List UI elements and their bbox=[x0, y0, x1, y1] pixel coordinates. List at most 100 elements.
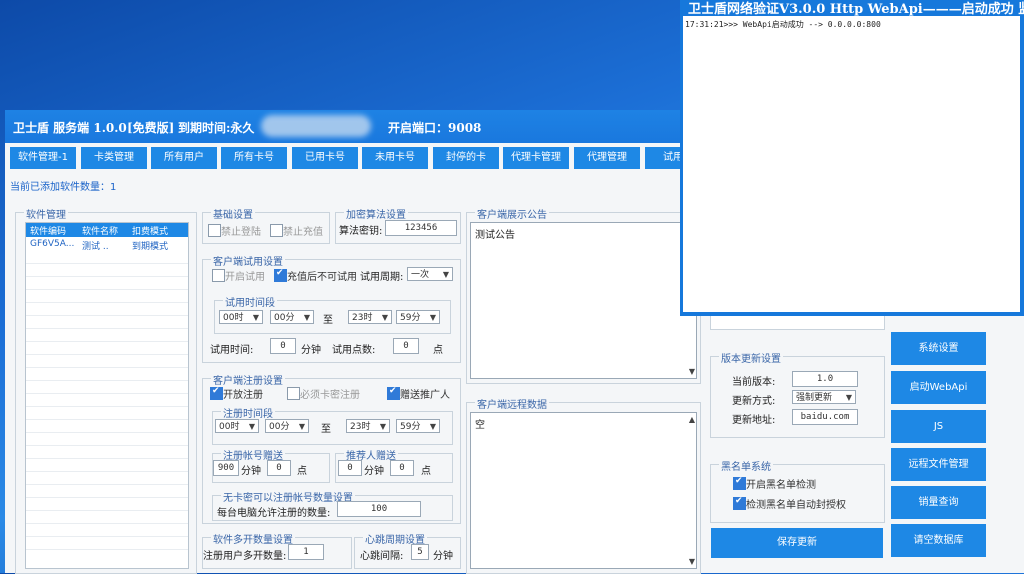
disable-login-label: 禁止登陆 bbox=[221, 227, 261, 238]
remote-data-textarea[interactable]: 空 ▲ ▼ bbox=[470, 412, 697, 569]
enable-trial-checkbox[interactable] bbox=[212, 269, 225, 282]
grid-line bbox=[26, 289, 188, 290]
register-limit-label: 每台电脑允许注册的数量: bbox=[217, 508, 331, 519]
register-to-label: 至 bbox=[321, 424, 331, 435]
blacklist-group: 黑名单系统 bbox=[710, 458, 885, 523]
grid-line bbox=[26, 523, 188, 524]
webapi-log-area[interactable]: 17:31:21>>> WebApi启动成功 --> 0.0.0.0:800 bbox=[683, 16, 1020, 312]
blacklist-title: 黑名单系统 bbox=[719, 458, 773, 473]
grid-line bbox=[26, 484, 188, 485]
remote-data-title: 客户端远程数据 bbox=[475, 396, 549, 411]
grid-line bbox=[26, 432, 188, 433]
chevron-down-icon: ▼ bbox=[442, 270, 449, 279]
tab-used-cards[interactable]: 已用卡号 bbox=[292, 147, 358, 169]
heartbeat-input[interactable]: 5 bbox=[411, 544, 429, 560]
key-input[interactable]: 123456 bbox=[385, 220, 457, 236]
grid-line bbox=[26, 471, 188, 472]
multi-open-input[interactable]: 1 bbox=[288, 544, 324, 560]
announcement-text: 测试公告 bbox=[475, 230, 515, 241]
grid-line bbox=[26, 341, 188, 342]
trial-time-input[interactable]: 0 bbox=[270, 338, 296, 354]
save-update-button[interactable]: 保存更新 bbox=[711, 528, 883, 558]
gift-minutes-input[interactable]: 900 bbox=[213, 460, 239, 476]
tab-banned-cards[interactable]: 封停的卡 bbox=[433, 147, 499, 169]
grid-line bbox=[26, 380, 188, 381]
trial-start-min-select[interactable]: 00分 ▼ bbox=[270, 310, 314, 324]
clear-database-button[interactable]: 请空数据库 bbox=[891, 524, 986, 557]
ref-points-unit: 点 bbox=[421, 466, 431, 477]
tab-unused-cards[interactable]: 未用卡号 bbox=[362, 147, 428, 169]
tab-agent-management[interactable]: 代理管理 bbox=[574, 147, 640, 169]
key-label: 算法密钥: bbox=[339, 226, 383, 237]
start-webapi-button[interactable]: 启动WebApi bbox=[891, 371, 986, 404]
announcement-title: 客户端展示公告 bbox=[475, 206, 549, 221]
basic-settings-title: 基础设置 bbox=[211, 206, 255, 221]
trial-time-unit: 分钟 bbox=[301, 345, 321, 356]
register-start-min-value: 00分 bbox=[269, 422, 290, 432]
software-list[interactable]: 软件编码 软件名称 扣费模式 GF6V5A... 测试 .. 到期模式 bbox=[25, 222, 189, 569]
trial-start-hour-select[interactable]: 00时 ▼ bbox=[219, 310, 263, 324]
scroll-down-icon[interactable]: ▼ bbox=[689, 557, 695, 566]
no-trial-after-recharge-checkbox[interactable] bbox=[274, 268, 287, 282]
multi-open-label: 注册用户多开数量: bbox=[203, 551, 287, 562]
scroll-down-icon[interactable]: ▼ bbox=[689, 367, 695, 376]
gift-points-input[interactable]: 0 bbox=[267, 460, 291, 476]
column-header[interactable]: 扣费模式 bbox=[132, 224, 168, 237]
enable-blacklist-checkbox[interactable] bbox=[733, 476, 746, 490]
remote-files-button[interactable]: 远程文件管理 bbox=[891, 448, 986, 481]
js-button[interactable]: JS bbox=[891, 410, 986, 443]
tab-software-management[interactable]: 软件管理-1 bbox=[10, 147, 76, 169]
chevron-down-icon: ▼ bbox=[252, 313, 259, 322]
require-card-checkbox[interactable] bbox=[287, 387, 300, 400]
grid-line bbox=[26, 354, 188, 355]
update-url-label: 更新地址: bbox=[732, 415, 776, 426]
grid-line bbox=[26, 263, 188, 264]
multi-open-title: 软件多开数量设置 bbox=[211, 531, 295, 546]
register-start-min-select[interactable]: 00分 ▼ bbox=[265, 419, 309, 433]
ref-points-input[interactable]: 0 bbox=[390, 460, 414, 476]
chevron-down-icon: ▼ bbox=[303, 313, 310, 322]
trial-points-input[interactable]: 0 bbox=[393, 338, 419, 354]
trial-period-select[interactable]: 一次 ▼ bbox=[407, 267, 453, 281]
update-url-input[interactable]: baidu.com bbox=[792, 409, 858, 425]
trial-end-hour-select[interactable]: 23时 ▼ bbox=[348, 310, 392, 324]
gift-points-unit: 点 bbox=[297, 466, 307, 477]
register-end-min-select[interactable]: 59分 ▼ bbox=[396, 419, 440, 433]
register-start-hour-value: 00时 bbox=[219, 422, 240, 432]
open-register-checkbox[interactable] bbox=[210, 386, 223, 400]
grid-line bbox=[26, 406, 188, 407]
column-header[interactable]: 软件编码 bbox=[30, 224, 66, 237]
tab-all-users[interactable]: 所有用户 bbox=[151, 147, 217, 169]
disable-login-checkbox[interactable] bbox=[208, 224, 221, 237]
trial-to-label: 至 bbox=[323, 315, 333, 326]
current-version-input[interactable]: 1.0 bbox=[792, 371, 858, 387]
grid-line bbox=[26, 419, 188, 420]
list-row[interactable]: GF6V5A... 测试 .. 到期模式 bbox=[26, 238, 188, 252]
tab-card-types[interactable]: 卡类管理 bbox=[81, 147, 147, 169]
heartbeat-unit: 分钟 bbox=[433, 551, 453, 562]
register-limit-input[interactable]: 100 bbox=[337, 501, 421, 517]
tab-agent-cards[interactable]: 代理卡管理 bbox=[503, 147, 569, 169]
version-title: 版本更新设置 bbox=[719, 350, 783, 365]
announcement-textarea[interactable]: 测试公告 ▼ bbox=[470, 222, 697, 379]
disable-recharge-checkbox[interactable] bbox=[270, 224, 283, 237]
sales-query-button[interactable]: 销量查询 bbox=[891, 486, 986, 519]
column-header[interactable]: 软件名称 bbox=[82, 224, 118, 237]
require-card-label: 必须卡密注册 bbox=[300, 390, 360, 401]
trial-end-min-select[interactable]: 59分 ▼ bbox=[396, 310, 440, 324]
tab-all-cards[interactable]: 所有卡号 bbox=[221, 147, 287, 169]
port-label: 开启端口：9008 bbox=[388, 121, 482, 135]
scroll-up-icon[interactable]: ▲ bbox=[689, 415, 695, 424]
gift-promoter-checkbox[interactable] bbox=[387, 386, 400, 400]
enable-blacklist-label: 开启黑名单检测 bbox=[746, 480, 816, 491]
cell: 到期模式 bbox=[132, 242, 169, 252]
grid-line bbox=[26, 458, 188, 459]
system-settings-button[interactable]: 系统设置 bbox=[891, 332, 986, 365]
ref-minutes-input[interactable]: 0 bbox=[338, 460, 362, 476]
register-start-hour-select[interactable]: 00时 ▼ bbox=[215, 419, 259, 433]
blacklist-auto-ban-checkbox[interactable] bbox=[733, 496, 746, 510]
update-method-value: 强制更新 bbox=[796, 393, 833, 403]
cell: GF6V5A... bbox=[30, 239, 75, 249]
update-method-select[interactable]: 强制更新 ▼ bbox=[792, 390, 856, 404]
register-end-hour-select[interactable]: 23时 ▼ bbox=[346, 419, 390, 433]
